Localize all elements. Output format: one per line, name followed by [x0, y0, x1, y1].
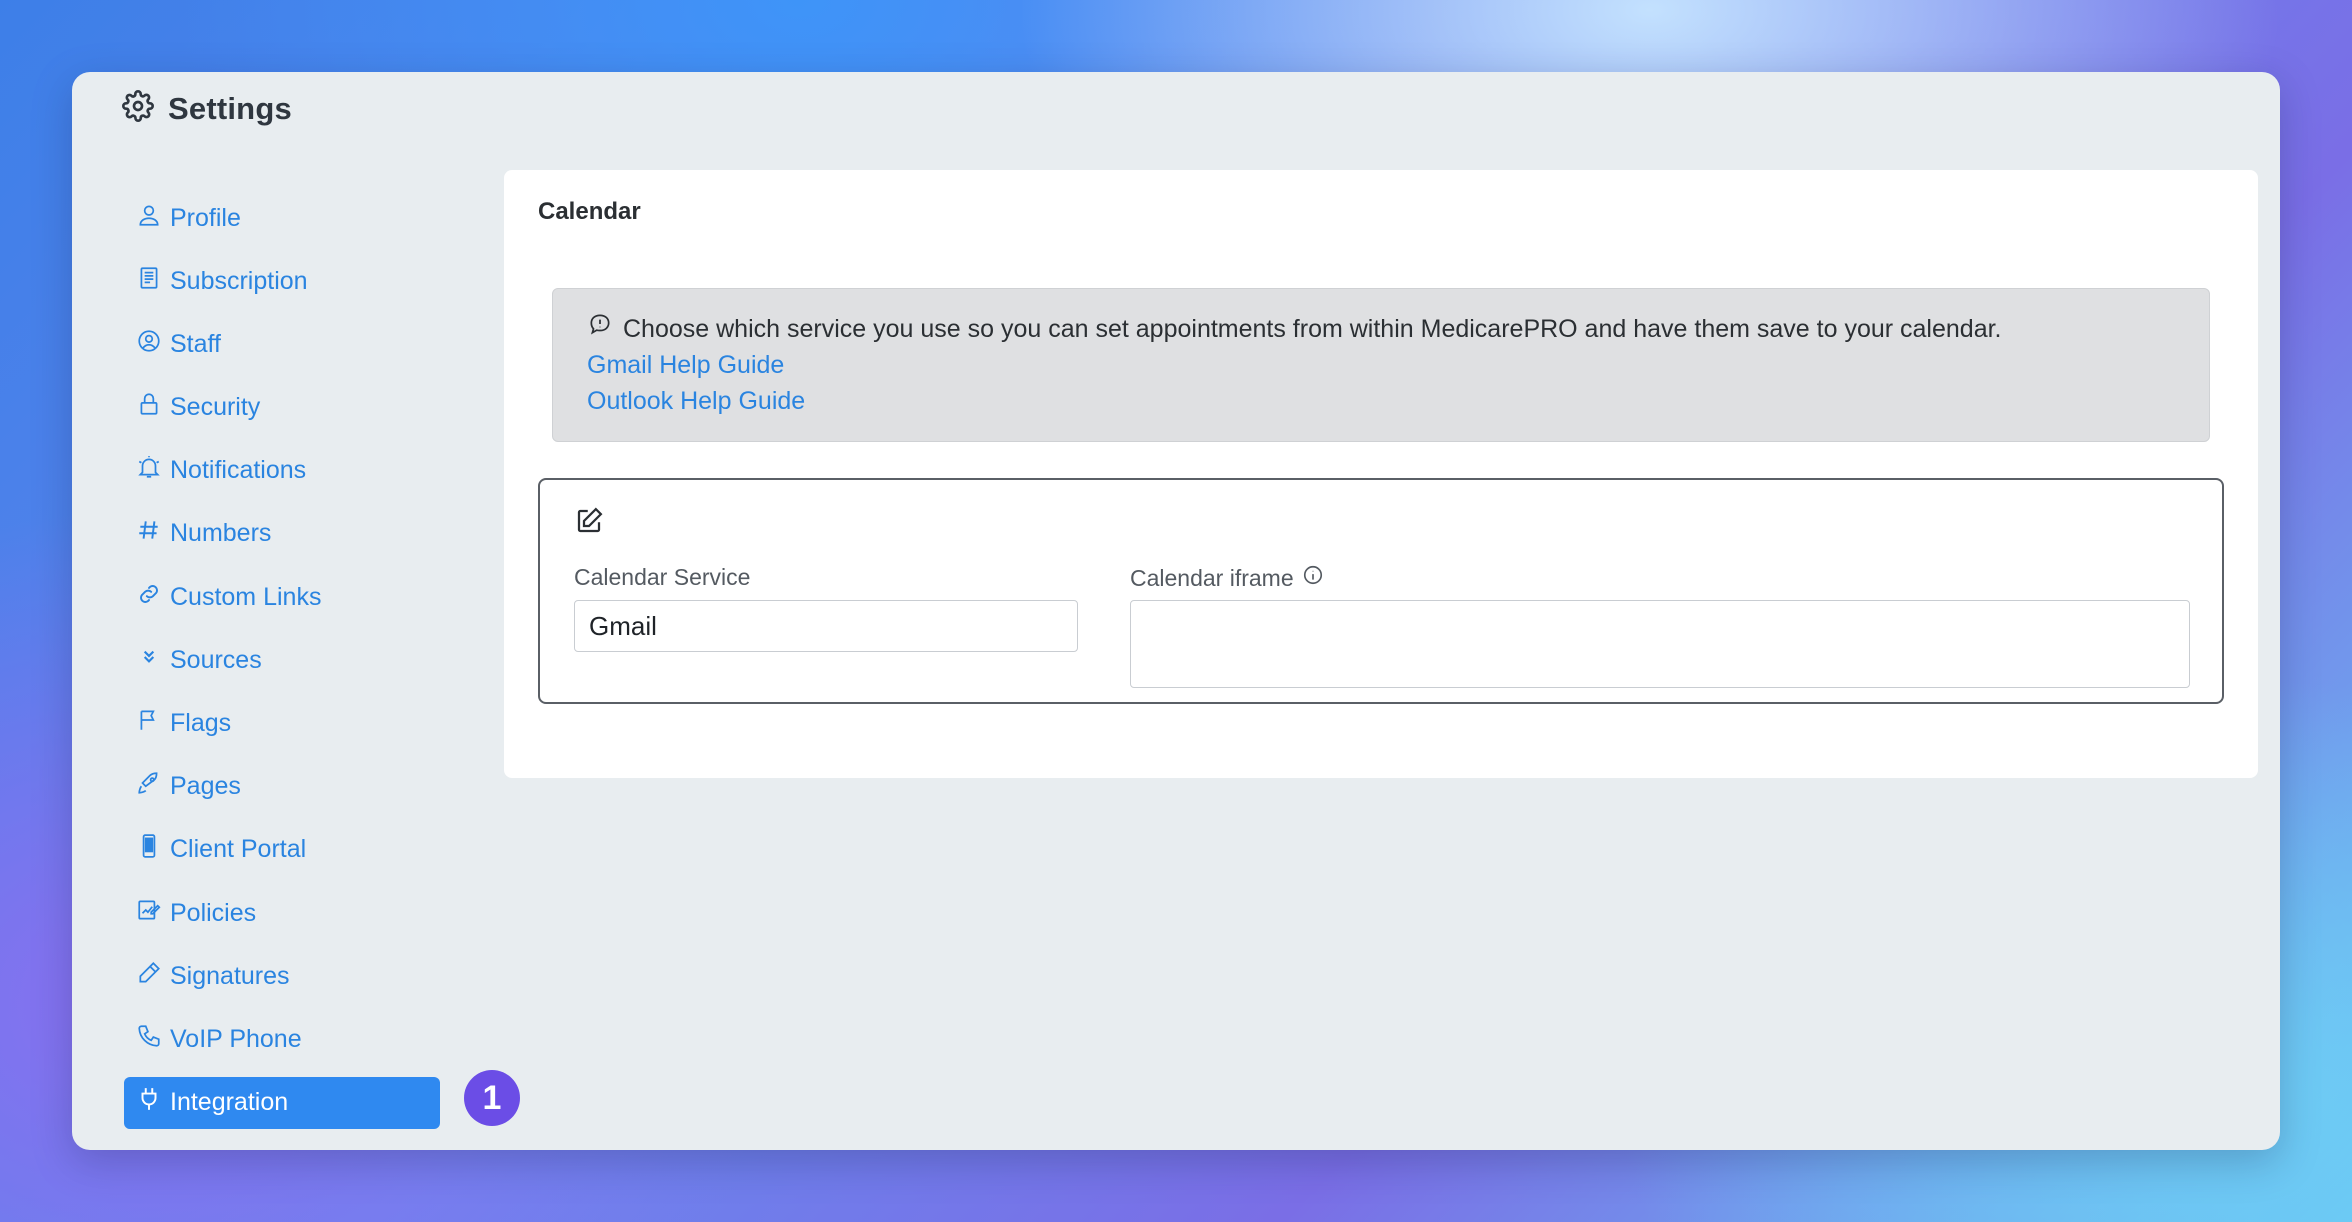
gmail-help-link[interactable]: Gmail Help Guide: [587, 347, 2175, 383]
flag-icon: [136, 707, 162, 740]
sidebar-item-signatures[interactable]: Signatures: [124, 950, 454, 1002]
sidebar-item-label: Staff: [170, 329, 221, 358]
phone-device-icon: [136, 833, 162, 866]
sidebar-item-profile[interactable]: Profile: [124, 192, 454, 244]
calendar-service-select[interactable]: Gmail: [574, 600, 1078, 652]
outlook-help-link[interactable]: Outlook Help Guide: [587, 383, 2175, 419]
sidebar-item-pages[interactable]: Pages: [124, 761, 454, 813]
page-title: Settings: [168, 90, 292, 126]
sidebar-item-custom-links[interactable]: Custom Links: [124, 571, 454, 623]
edit-icon[interactable]: [574, 506, 604, 536]
settings-header: Settings: [122, 90, 292, 127]
calendar-iframe-label: Calendar iframe: [1130, 564, 1324, 592]
sidebar-item-integration[interactable]: Integration: [124, 1076, 440, 1129]
sidebar-item-flags[interactable]: Flags: [124, 698, 454, 750]
sidebar-item-label: Notifications: [170, 456, 307, 485]
info-icon[interactable]: [1302, 564, 1324, 592]
sidebar-item-voip-phone[interactable]: VoIP Phone: [124, 1013, 454, 1065]
calendar-iframe-label-text: Calendar iframe: [1130, 564, 1294, 591]
chevrons-down-icon: [136, 644, 162, 677]
calendar-service-label: Calendar Service: [574, 564, 750, 591]
sidebar-item-label: Security: [170, 393, 261, 422]
sidebar-item-label: Client Portal: [170, 835, 307, 864]
sidebar-item-label: Flags: [170, 709, 232, 737]
info-message: Choose which service you use so you can …: [623, 315, 2002, 343]
calendar-iframe-input[interactable]: [1130, 600, 2190, 688]
sidebar-item-label: Profile: [170, 203, 241, 232]
settings-sidebar: Profile Subscription Staff Security Noti…: [124, 192, 454, 1140]
sidebar-item-policies[interactable]: Policies: [124, 887, 454, 939]
sidebar-item-subscription[interactable]: Subscription: [124, 255, 454, 307]
sidebar-item-label: VoIP Phone: [170, 1024, 302, 1053]
sidebar-item-label: Sources: [170, 645, 262, 674]
sidebar-item-client-portal[interactable]: Client Portal: [124, 824, 454, 876]
sidebar-item-numbers[interactable]: Numbers: [124, 508, 454, 560]
calendar-form: Calendar Service Gmail Calendar iframe: [538, 478, 2224, 704]
settings-window: Settings Profile Subscription Staff Secu…: [72, 72, 2280, 1150]
step-badge: 1: [464, 1070, 520, 1126]
calendar-service-label-text: Calendar Service: [574, 564, 751, 590]
info-alert: Choose which service you use so you can …: [552, 288, 2210, 442]
sidebar-item-sources[interactable]: Sources: [124, 634, 454, 686]
card-title: Calendar: [538, 198, 641, 225]
sidebar-item-label: Subscription: [170, 266, 308, 295]
link-icon: [136, 581, 162, 614]
policy-edit-icon: [136, 897, 162, 930]
hash-icon: [136, 517, 162, 550]
sidebar-item-notifications[interactable]: Notifications: [124, 445, 454, 497]
pen-icon: [136, 960, 162, 993]
user-circle-icon: [136, 328, 162, 361]
sidebar-item-security[interactable]: Security: [124, 382, 454, 434]
user-icon: [136, 202, 162, 235]
sidebar-item-label: Custom Links: [170, 582, 322, 611]
sidebar-item-label: Policies: [170, 898, 257, 927]
calendar-card: Calendar Choose which service you use so…: [504, 170, 2258, 778]
sidebar-item-label: Signatures: [170, 961, 290, 990]
lock-icon: [136, 391, 162, 424]
phone-icon: [136, 1023, 162, 1056]
sidebar-item-label: Pages: [170, 772, 241, 801]
sidebar-item-label: Numbers: [170, 519, 272, 548]
bell-icon: [136, 454, 162, 487]
sidebar-item-label: Integration: [170, 1088, 289, 1117]
rocket-icon: [136, 770, 162, 803]
receipt-icon: [136, 265, 162, 298]
sidebar-item-staff[interactable]: Staff: [124, 318, 454, 370]
plug-icon: [136, 1086, 162, 1119]
gear-icon: [122, 90, 154, 127]
chat-bubble-icon: [587, 311, 613, 347]
